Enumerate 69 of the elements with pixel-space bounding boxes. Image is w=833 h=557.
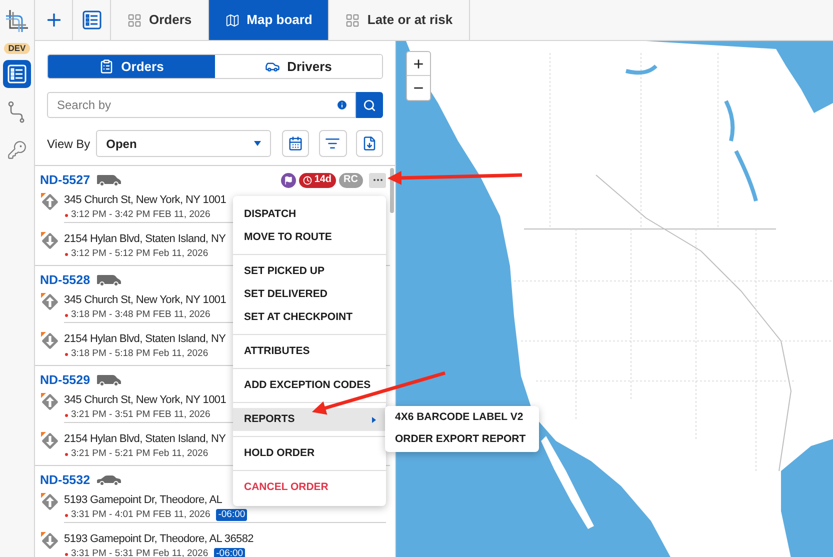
van-icon [96,274,122,286]
menu-item[interactable]: ADD EXCEPTION CODES [233,374,386,397]
address-text: 345 Church St, New York, NY 1001 [64,193,226,208]
menu-item[interactable]: MOVE TO ROUTE [233,226,386,249]
order-id-link[interactable]: ND-5532 [40,470,90,490]
search-icon [363,98,376,112]
map-icon [224,12,240,28]
list-icon [82,10,102,30]
menu-item[interactable]: SET PICKED UP [233,260,386,283]
order-id-link[interactable]: ND-5529 [40,370,90,390]
caret-icon [254,141,262,146]
menu-item[interactable]: REPORTS [233,408,386,431]
tab[interactable]: Map board [208,0,330,40]
zoom-out-button[interactable]: − [407,76,430,100]
initials-badge: RC [338,172,363,188]
address-text: 5193 Gamepoint Dr, Theodore, AL [64,493,222,508]
key-icon [7,140,27,160]
menu-item[interactable]: HOLD ORDER [233,442,386,465]
grid-icon [345,12,360,28]
time-window-text: 3:31 PM - 4:01 PM FEB 11, 2026 [71,508,210,522]
time-window-text: 3:18 PM - 3:48 PM FEB 11, 2026 [71,308,210,322]
time-window-text: 3:12 PM - 3:42 PM FEB 11, 2026 [71,208,210,222]
logo-icon [4,8,30,34]
time-window-text: 3:18 PM - 5:18 PM Feb 11, 2026 [71,347,208,361]
view-by-select[interactable]: Open [96,130,272,157]
address-text: 2154 Hylan Blvd, Staten Island, NY [64,232,226,247]
rail-button[interactable] [3,60,31,88]
export-button[interactable] [356,130,383,157]
search-field[interactable]: Search by [47,92,356,118]
submenu-arrow-icon [372,416,376,422]
menu-item[interactable]: ATTRIBUTES [233,340,386,363]
address-text: 345 Church St, New York, NY 1001 [64,293,226,308]
segment-tab[interactable]: Orders [48,55,215,78]
route-icon [7,101,27,123]
filter-icon [325,136,340,151]
order-id-link[interactable]: ND-5528 [40,270,90,290]
menu-item[interactable]: SET AT CHECKPOINT [233,306,386,329]
address-text: 2154 Hylan Blvd, Staten Island, NY [64,432,226,447]
address-text: 345 Church St, New York, NY 1001 [64,393,226,408]
time-window-text: 3:21 PM - 5:21 PM Feb 11, 2026 [71,447,208,461]
calendar-button[interactable] [282,130,310,157]
more-button[interactable] [369,172,386,188]
flag-badge [281,172,296,188]
order-id-link[interactable]: ND-5527 [40,170,90,190]
age-badge: 14d [299,172,336,188]
clipboard-icon [99,59,114,74]
list-icon [7,64,27,84]
van-icon [96,374,122,386]
timezone-badge: -06:00 [214,548,246,557]
search-button[interactable] [356,92,383,118]
time-window-text: 3:12 PM - 5:12 PM Feb 11, 2026 [71,247,208,261]
address-text: 2154 Hylan Blvd, Staten Island, NY [64,332,226,347]
address-text: 5193 Gamepoint Dr, Theodore, AL 36582 [64,532,254,547]
calendar-icon [288,136,304,151]
menu-item[interactable]: CANCEL ORDER [233,476,386,499]
menu-item[interactable]: DISPATCH [233,203,386,226]
van-icon [96,174,122,186]
file-download-icon [362,136,377,151]
time-window-text: 3:21 PM - 3:51 PM FEB 11, 2026 [71,408,210,422]
time-window-text: 3:31 PM - 5:31 PM Feb 11, 2026 [71,547,208,557]
scrollbar-thumb[interactable] [390,168,394,213]
zoom-in-button[interactable]: + [407,52,430,76]
menu-item[interactable]: SET DELIVERED [233,283,386,306]
view-by-label: View By [47,136,90,152]
timezone-badge: -06:00 [216,509,248,521]
filter-button[interactable] [318,130,347,157]
grid-icon [127,12,142,28]
environment-badge: DEV [4,43,30,54]
car-icon [96,474,122,486]
